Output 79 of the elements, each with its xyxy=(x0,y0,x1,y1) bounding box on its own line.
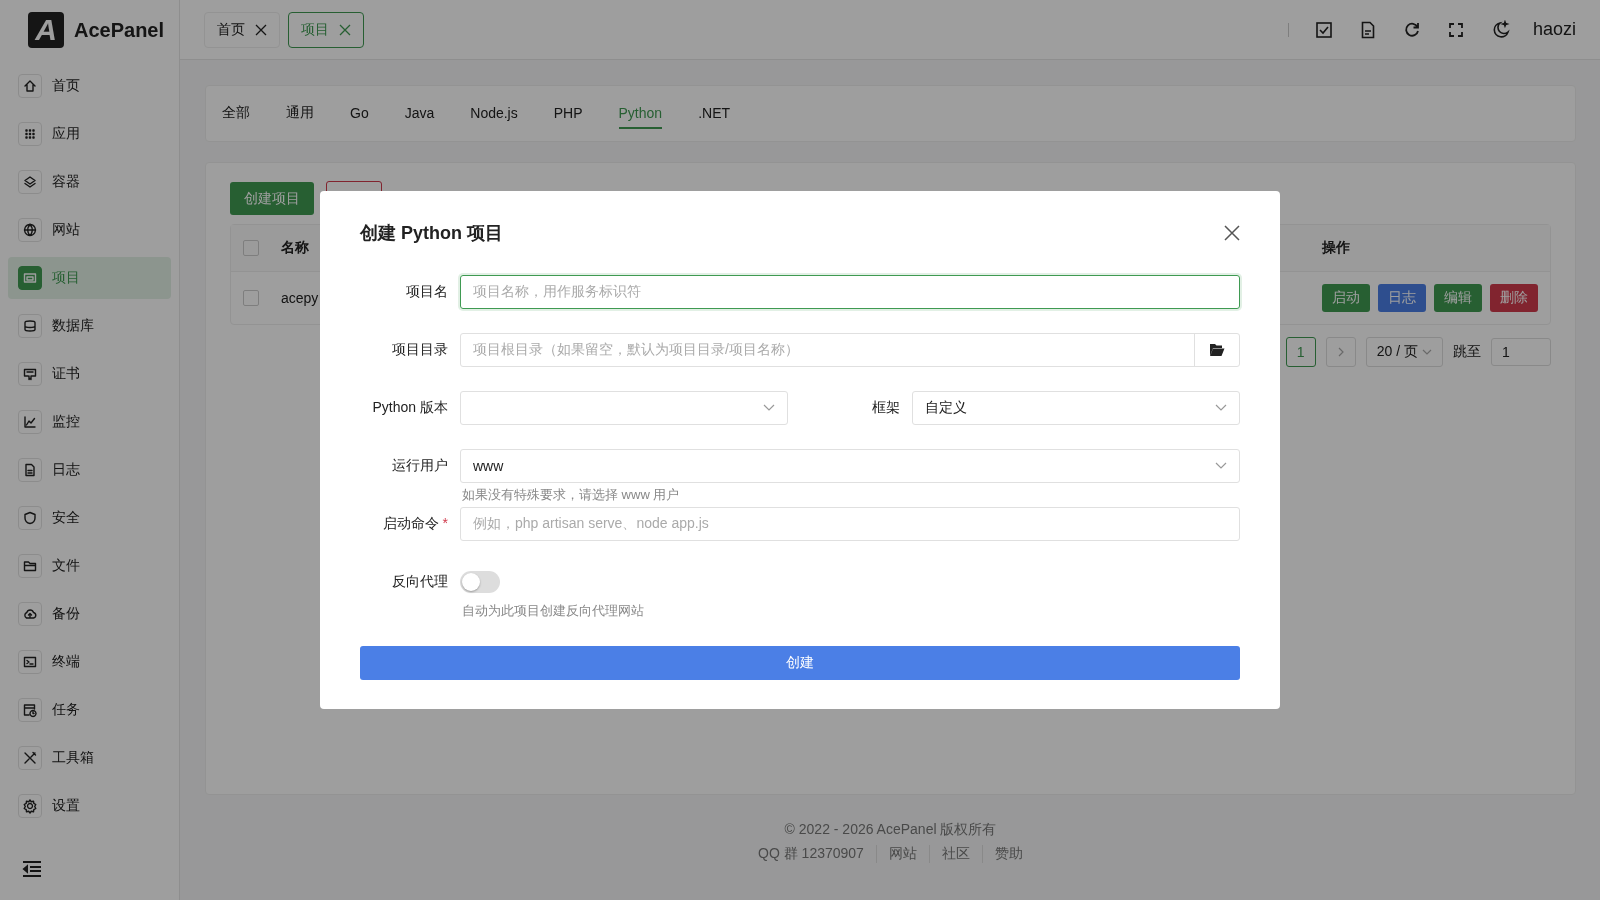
brand-name: AcePanel xyxy=(74,18,165,42)
sidebar-item[interactable]: 网站 xyxy=(8,209,171,251)
chevron-down-icon xyxy=(1422,349,1432,355)
category-tab[interactable]: 全部 xyxy=(222,97,250,130)
menu-item-icon xyxy=(22,606,38,622)
sidebar-item[interactable]: 监控 xyxy=(8,401,171,443)
sidebar-item[interactable]: 首页 xyxy=(8,65,171,107)
page-tab[interactable]: 首页 xyxy=(204,11,280,48)
field-label: Python 版本 xyxy=(371,399,448,417)
chevron-down-icon xyxy=(1215,404,1227,412)
field-label: 项目名 xyxy=(405,283,448,301)
sidebar-item[interactable]: 设置 xyxy=(8,785,171,827)
sidebar-item[interactable]: 安全 xyxy=(8,497,171,539)
field-label: 运行用户 xyxy=(391,457,448,475)
close-icon[interactable] xyxy=(1224,225,1240,241)
framework-select[interactable]: 自定义 xyxy=(912,391,1240,425)
menu-item-icon xyxy=(22,654,38,670)
menu-item-icon xyxy=(22,78,38,94)
collapse-menu-icon[interactable] xyxy=(22,860,42,878)
column-header: 名称 xyxy=(281,239,310,257)
jump-label: 跳至 xyxy=(1453,343,1481,361)
sidebar-item[interactable]: 证书 xyxy=(8,353,171,395)
field-label: 项目目录 xyxy=(391,341,448,359)
sidebar-item[interactable]: 数据库 xyxy=(8,305,171,347)
copyright-text: © 2022 - 2026 AcePanel 版权所有 xyxy=(784,821,997,839)
refresh-icon[interactable] xyxy=(1402,20,1421,39)
required-mark: * xyxy=(441,515,448,531)
category-tab[interactable]: Node.js xyxy=(470,98,518,129)
menu-item-icon xyxy=(22,270,38,286)
category-tab[interactable]: PHP xyxy=(553,98,583,129)
table-cell: acepy xyxy=(281,290,319,306)
chevron-right-icon xyxy=(1336,347,1345,357)
close-icon[interactable] xyxy=(255,23,267,36)
menu-item-icon xyxy=(22,126,38,142)
sidebar-item[interactable]: 应用 xyxy=(8,113,171,155)
menu-item-icon xyxy=(22,318,38,334)
create-button[interactable]: 创建 xyxy=(360,646,1240,680)
action-button[interactable]: 删除 xyxy=(1490,284,1538,312)
fullscreen-icon[interactable] xyxy=(1446,20,1465,39)
dialog-title: 创建 Python 项目 xyxy=(360,222,503,245)
toggle-switch[interactable] xyxy=(460,571,500,593)
folder-icon xyxy=(1209,343,1225,357)
page-size-select[interactable]: 20 / 页 xyxy=(1365,337,1443,367)
category-tab[interactable]: .NET xyxy=(698,98,730,129)
sidebar-item[interactable]: 备份 xyxy=(8,593,171,635)
menu-item-icon xyxy=(22,750,38,766)
sidebar-item[interactable]: 终端 xyxy=(8,641,171,683)
chevron-down-icon xyxy=(763,404,775,412)
menu-item-icon xyxy=(22,558,38,574)
category-tab[interactable]: Java xyxy=(404,98,435,129)
sidebar-item[interactable]: 日志 xyxy=(8,449,171,491)
checkbox[interactable] xyxy=(243,240,259,256)
sidebar-item[interactable]: 容器 xyxy=(8,161,171,203)
field-label: 反向代理 xyxy=(391,573,448,591)
menu-item-icon xyxy=(22,798,38,814)
user-name[interactable]: haozi xyxy=(1532,19,1576,40)
menu-item-icon xyxy=(22,222,38,238)
sidebar-item[interactable]: 工具箱 xyxy=(8,737,171,779)
checkbox-icon[interactable] xyxy=(1314,20,1333,39)
menu-item-icon xyxy=(22,702,38,718)
menu-item-icon xyxy=(22,510,38,526)
menu-item-icon xyxy=(22,414,38,430)
menu-item-icon xyxy=(22,174,38,190)
category-tab[interactable]: Go xyxy=(350,98,369,129)
checkbox[interactable] xyxy=(243,290,259,306)
sidebar-item[interactable]: 任务 xyxy=(8,689,171,731)
menu-item-icon xyxy=(22,366,38,382)
page-jump-field[interactable]: 1 xyxy=(1491,338,1551,366)
field-hint: 如果没有特殊要求，请选择 www 用户 xyxy=(462,486,680,504)
field-hint: 自动为此项目创建反向代理网站 xyxy=(462,602,644,620)
chevron-down-icon xyxy=(1215,462,1227,470)
sidebar-item[interactable]: 文件 xyxy=(8,545,171,587)
logo: A xyxy=(28,12,64,48)
field-label: 启动命令 * xyxy=(381,515,448,533)
menu-item-icon xyxy=(22,462,38,478)
column-header: 操作 xyxy=(1321,239,1351,257)
field-label: 框架 xyxy=(871,399,900,417)
user-select[interactable]: www xyxy=(460,449,1240,483)
category-tab[interactable]: 通用 xyxy=(286,97,314,130)
